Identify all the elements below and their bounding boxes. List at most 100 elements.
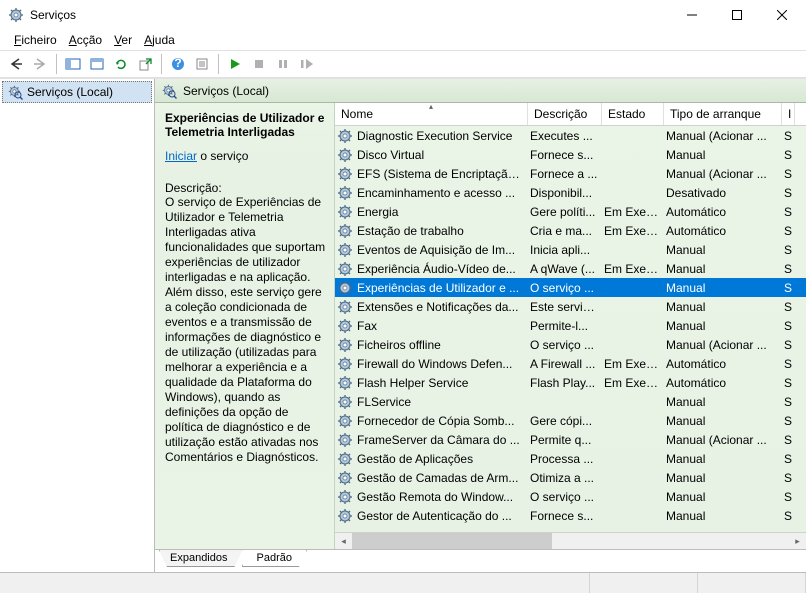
close-button[interactable] [759, 0, 804, 30]
cell-name: FLService [355, 395, 530, 409]
cell-description: Processa ... [530, 452, 604, 466]
stop-service-button[interactable] [248, 53, 270, 75]
properties-alt-button[interactable] [86, 53, 108, 75]
cell-name: Extensões e Notificações da... [355, 300, 530, 314]
pause-icon [277, 58, 289, 70]
cell-description: Gere políti... [530, 205, 604, 219]
restart-service-button[interactable] [296, 53, 318, 75]
service-row[interactable]: Encaminhamento e acesso ...Disponibil...… [335, 183, 806, 202]
service-row[interactable]: Flash Helper ServiceFlash Play...Em Exec… [335, 373, 806, 392]
back-button[interactable] [5, 53, 27, 75]
service-row[interactable]: EnergiaGere políti...Em Exec...Automátic… [335, 202, 806, 221]
cell-startup-type: Manual [666, 319, 784, 333]
minimize-button[interactable] [669, 0, 714, 30]
tree-node-services-local[interactable]: Serviços (Local) [2, 81, 152, 103]
start-service-button[interactable] [224, 53, 246, 75]
start-service-suffix: o serviço [197, 149, 248, 163]
cell-logon: S [784, 319, 792, 333]
show-hide-tree-button[interactable] [62, 53, 84, 75]
cell-name: Disco Virtual [355, 148, 530, 162]
menu-help[interactable]: Ajuda [138, 31, 181, 49]
cell-startup-type: Manual (Acionar ... [666, 129, 784, 143]
cell-description: Cria e ma... [530, 224, 604, 238]
scroll-thumb[interactable] [352, 533, 552, 549]
cell-logon: S [784, 376, 792, 390]
statusbar [0, 572, 806, 593]
column-name[interactable]: Nome [335, 103, 528, 125]
gear-icon [337, 508, 353, 524]
close-icon [777, 10, 787, 20]
properties-button[interactable] [191, 53, 213, 75]
service-row[interactable]: Diagnostic Execution ServiceExecutes ...… [335, 126, 806, 145]
restart-icon [300, 58, 314, 70]
column-startup-type[interactable]: Tipo de arranque [664, 103, 782, 125]
gear-icon [337, 413, 353, 429]
service-row[interactable]: Experiências de Utilizador e ...O serviç… [335, 278, 806, 297]
service-row[interactable]: Estação de trabalhoCria e ma...Em Exec..… [335, 221, 806, 240]
cell-startup-type: Manual [666, 281, 784, 295]
cell-startup-type: Manual [666, 490, 784, 504]
gear-icon [337, 451, 353, 467]
scroll-left-arrow[interactable]: ◂ [335, 533, 352, 549]
cell-startup-type: Manual [666, 452, 784, 466]
gear-icon [337, 432, 353, 448]
description-panel: Experiências de Utilizador e Telemetria … [155, 103, 335, 549]
scroll-right-arrow[interactable]: ▸ [789, 533, 806, 549]
cell-startup-type: Manual [666, 509, 784, 523]
gear-icon [337, 356, 353, 372]
service-row[interactable]: Gestão de Camadas de Arm...Otimiza a ...… [335, 468, 806, 487]
service-row[interactable]: Firewall do Windows Defen...A Firewall .… [335, 354, 806, 373]
service-row[interactable]: Disco VirtualFornece s...ManualS [335, 145, 806, 164]
cell-logon: S [784, 357, 792, 371]
column-description[interactable]: Descrição [528, 103, 602, 125]
cell-logon: S [784, 167, 792, 181]
cell-description: O serviço ... [530, 281, 604, 295]
service-row[interactable]: Eventos de Aquisição de Im...Inicia apli… [335, 240, 806, 259]
gear-icon [337, 128, 353, 144]
cell-description: Disponibil... [530, 186, 604, 200]
cell-logon: S [784, 205, 792, 219]
cell-name: FrameServer da Câmara do ... [355, 433, 530, 447]
service-row[interactable]: Gestor de Autenticação do ...Fornece s..… [335, 506, 806, 525]
cell-name: Gestão de Camadas de Arm... [355, 471, 530, 485]
cell-startup-type: Automático [666, 376, 784, 390]
menu-file[interactable]: Ficheiro [8, 31, 63, 49]
start-service-link[interactable]: Iniciar [165, 149, 197, 163]
pause-service-button[interactable] [272, 53, 294, 75]
refresh-button[interactable] [110, 53, 132, 75]
column-state[interactable]: Estado [602, 103, 664, 125]
tab-extended[interactable]: Expandidos [159, 550, 243, 567]
cell-startup-type: Manual [666, 300, 784, 314]
service-row[interactable]: Gestão Remota do Window...O serviço ...M… [335, 487, 806, 506]
titlebar: Serviços [0, 0, 806, 30]
service-row[interactable]: Extensões e Notificações da...Este servi… [335, 297, 806, 316]
help-button[interactable]: ? [167, 53, 189, 75]
forward-button[interactable] [29, 53, 51, 75]
horizontal-scrollbar[interactable]: ◂ ▸ [335, 532, 806, 549]
cell-description: O serviço ... [530, 490, 604, 504]
cell-description: Fornece s... [530, 509, 604, 523]
cell-name: Eventos de Aquisição de Im... [355, 243, 530, 257]
service-row[interactable]: FaxPermite-l...ManualS [335, 316, 806, 335]
service-row[interactable]: Fornecedor de Cópia Somb...Gere cópi...M… [335, 411, 806, 430]
arrow-right-icon [33, 57, 47, 71]
menu-action[interactable]: Acção [63, 31, 108, 49]
refresh-icon [114, 57, 128, 71]
list-header: Nome Descrição Estado Tipo de arranque I [335, 103, 806, 126]
service-row[interactable]: Experiência Áudio-Vídeo de...A qWave (..… [335, 259, 806, 278]
cell-name: Fornecedor de Cópia Somb... [355, 414, 530, 428]
maximize-button[interactable] [714, 0, 759, 30]
service-row[interactable]: EFS (Sistema de Encriptação...Fornece a … [335, 164, 806, 183]
service-row[interactable]: Gestão de AplicaçõesProcessa ...ManualS [335, 449, 806, 468]
cell-startup-type: Manual (Acionar ... [666, 338, 784, 352]
tab-standard[interactable]: Padrão [242, 550, 307, 567]
export-list-button[interactable] [134, 53, 156, 75]
gear-magnifier-icon [161, 83, 177, 99]
service-row[interactable]: Ficheiros offlineO serviço ...Manual (Ac… [335, 335, 806, 354]
service-row[interactable]: FLServiceManualS [335, 392, 806, 411]
column-logon[interactable]: I [782, 103, 795, 125]
cell-logon: S [784, 129, 792, 143]
menu-view[interactable]: Ver [108, 31, 138, 49]
cell-logon: S [784, 509, 792, 523]
service-row[interactable]: FrameServer da Câmara do ...Permite q...… [335, 430, 806, 449]
